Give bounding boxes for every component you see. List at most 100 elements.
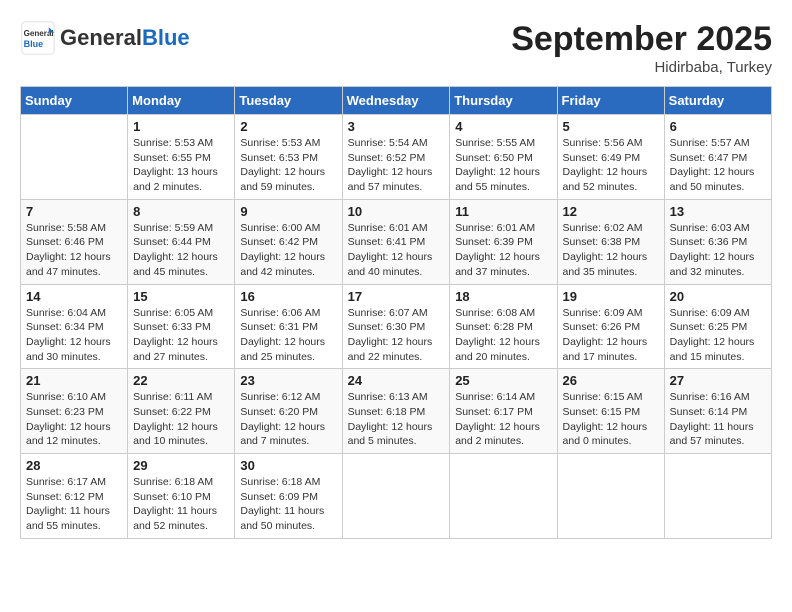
logo: General Blue GeneralBlue	[20, 20, 190, 56]
day-info: Sunrise: 6:09 AM Sunset: 6:26 PM Dayligh…	[563, 306, 659, 365]
calendar-cell: 28 Sunrise: 6:17 AM Sunset: 6:12 PM Dayli…	[21, 454, 128, 539]
calendar-week-row: 21 Sunrise: 6:10 AM Sunset: 6:23 PM Dayli…	[21, 369, 772, 454]
day-number: 29	[133, 458, 229, 473]
calendar-cell: 4Sunrise: 5:55 AM Sunset: 6:50 PM Daylig…	[450, 115, 557, 200]
day-info: Sunrise: 6:01 AM Sunset: 6:41 PM Dayligh…	[348, 221, 445, 280]
calendar-cell	[342, 454, 450, 539]
day-number: 19	[563, 289, 659, 304]
day-number: 16	[240, 289, 336, 304]
calendar-cell: 10 Sunrise: 6:01 AM Sunset: 6:41 PM Dayli…	[342, 199, 450, 284]
day-number: 12	[563, 204, 659, 219]
day-info: Sunrise: 6:18 AM Sunset: 6:10 PM Dayligh…	[133, 475, 229, 534]
calendar-header-friday: Friday	[557, 87, 664, 115]
calendar-cell	[21, 115, 128, 200]
calendar-cell: 6 Sunrise: 5:57 AM Sunset: 6:47 PM Daylig…	[664, 115, 771, 200]
day-number: 14	[26, 289, 122, 304]
day-number: 27	[670, 373, 766, 388]
day-info: Sunrise: 5:53 AM Sunset: 6:55 PM Dayligh…	[133, 136, 229, 195]
calendar-header-thursday: Thursday	[450, 87, 557, 115]
calendar-cell: 21 Sunrise: 6:10 AM Sunset: 6:23 PM Dayli…	[21, 369, 128, 454]
day-number: 6	[670, 119, 766, 134]
day-number: 9	[240, 204, 336, 219]
day-number: 28	[26, 458, 122, 473]
calendar-cell: 1Sunrise: 5:53 AM Sunset: 6:55 PM Daylig…	[128, 115, 235, 200]
calendar: SundayMondayTuesdayWednesdayThursdayFrid…	[20, 86, 772, 539]
calendar-cell	[450, 454, 557, 539]
calendar-cell: 29 Sunrise: 6:18 AM Sunset: 6:10 PM Dayli…	[128, 454, 235, 539]
page-header: General Blue GeneralBlue September 2025 …	[20, 20, 772, 76]
day-number: 17	[348, 289, 445, 304]
day-number: 5	[563, 119, 659, 134]
day-info: Sunrise: 5:59 AM Sunset: 6:44 PM Dayligh…	[133, 221, 229, 280]
calendar-cell: 20Sunrise: 6:09 AM Sunset: 6:25 PM Dayli…	[664, 284, 771, 369]
calendar-cell: 14 Sunrise: 6:04 AM Sunset: 6:34 PM Dayli…	[21, 284, 128, 369]
calendar-week-row: 14 Sunrise: 6:04 AM Sunset: 6:34 PM Dayli…	[21, 284, 772, 369]
day-info: Sunrise: 6:07 AM Sunset: 6:30 PM Dayligh…	[348, 306, 445, 365]
day-info: Sunrise: 6:04 AM Sunset: 6:34 PM Dayligh…	[26, 306, 122, 365]
day-number: 4	[455, 119, 551, 134]
day-number: 3	[348, 119, 445, 134]
day-info: Sunrise: 6:13 AM Sunset: 6:18 PM Dayligh…	[348, 390, 445, 449]
calendar-cell: 13Sunrise: 6:03 AM Sunset: 6:36 PM Dayli…	[664, 199, 771, 284]
day-info: Sunrise: 6:03 AM Sunset: 6:36 PM Dayligh…	[670, 221, 766, 280]
calendar-header-wednesday: Wednesday	[342, 87, 450, 115]
day-number: 8	[133, 204, 229, 219]
day-number: 26	[563, 373, 659, 388]
day-number: 21	[26, 373, 122, 388]
day-info: Sunrise: 6:09 AM Sunset: 6:25 PM Dayligh…	[670, 306, 766, 365]
calendar-cell: 15 Sunrise: 6:05 AM Sunset: 6:33 PM Dayli…	[128, 284, 235, 369]
day-number: 2	[240, 119, 336, 134]
calendar-cell: 22 Sunrise: 6:11 AM Sunset: 6:22 PM Dayli…	[128, 369, 235, 454]
calendar-cell: 26 Sunrise: 6:15 AM Sunset: 6:15 PM Dayli…	[557, 369, 664, 454]
day-info: Sunrise: 6:16 AM Sunset: 6:14 PM Dayligh…	[670, 390, 766, 449]
calendar-cell: 19 Sunrise: 6:09 AM Sunset: 6:26 PM Dayli…	[557, 284, 664, 369]
title-block: September 2025 Hidirbaba, Turkey	[511, 20, 772, 76]
day-info: Sunrise: 5:54 AM Sunset: 6:52 PM Dayligh…	[348, 136, 445, 195]
day-info: Sunrise: 6:02 AM Sunset: 6:38 PM Dayligh…	[563, 221, 659, 280]
day-info: Sunrise: 6:00 AM Sunset: 6:42 PM Dayligh…	[240, 221, 336, 280]
day-info: Sunrise: 5:58 AM Sunset: 6:46 PM Dayligh…	[26, 221, 122, 280]
calendar-week-row: 28 Sunrise: 6:17 AM Sunset: 6:12 PM Dayli…	[21, 454, 772, 539]
day-number: 7	[26, 204, 122, 219]
calendar-cell: 27 Sunrise: 6:16 AM Sunset: 6:14 PM Dayli…	[664, 369, 771, 454]
calendar-cell: 2 Sunrise: 5:53 AM Sunset: 6:53 PM Daylig…	[235, 115, 342, 200]
logo-icon: General Blue	[20, 20, 56, 56]
day-number: 10	[348, 204, 445, 219]
calendar-cell: 12 Sunrise: 6:02 AM Sunset: 6:38 PM Dayli…	[557, 199, 664, 284]
calendar-cell: 3 Sunrise: 5:54 AM Sunset: 6:52 PM Daylig…	[342, 115, 450, 200]
day-number: 23	[240, 373, 336, 388]
calendar-cell: 9 Sunrise: 6:00 AM Sunset: 6:42 PM Daylig…	[235, 199, 342, 284]
day-info: Sunrise: 6:14 AM Sunset: 6:17 PM Dayligh…	[455, 390, 551, 449]
calendar-cell: 7 Sunrise: 5:58 AM Sunset: 6:46 PM Daylig…	[21, 199, 128, 284]
location: Hidirbaba, Turkey	[511, 59, 772, 76]
day-info: Sunrise: 6:06 AM Sunset: 6:31 PM Dayligh…	[240, 306, 336, 365]
day-info: Sunrise: 6:18 AM Sunset: 6:09 PM Dayligh…	[240, 475, 336, 534]
month-title: September 2025	[511, 20, 772, 59]
calendar-cell	[664, 454, 771, 539]
day-info: Sunrise: 6:01 AM Sunset: 6:39 PM Dayligh…	[455, 221, 551, 280]
day-number: 25	[455, 373, 551, 388]
calendar-header-saturday: Saturday	[664, 87, 771, 115]
calendar-cell: 5 Sunrise: 5:56 AM Sunset: 6:49 PM Daylig…	[557, 115, 664, 200]
day-info: Sunrise: 5:53 AM Sunset: 6:53 PM Dayligh…	[240, 136, 336, 195]
calendar-cell: 8 Sunrise: 5:59 AM Sunset: 6:44 PM Daylig…	[128, 199, 235, 284]
svg-text:Blue: Blue	[24, 39, 44, 49]
calendar-cell: 30 Sunrise: 6:18 AM Sunset: 6:09 PM Dayli…	[235, 454, 342, 539]
day-info: Sunrise: 5:57 AM Sunset: 6:47 PM Dayligh…	[670, 136, 766, 195]
day-number: 15	[133, 289, 229, 304]
day-number: 11	[455, 204, 551, 219]
day-number: 22	[133, 373, 229, 388]
calendar-cell: 23Sunrise: 6:12 AM Sunset: 6:20 PM Dayli…	[235, 369, 342, 454]
day-info: Sunrise: 6:11 AM Sunset: 6:22 PM Dayligh…	[133, 390, 229, 449]
calendar-header-tuesday: Tuesday	[235, 87, 342, 115]
day-info: Sunrise: 6:08 AM Sunset: 6:28 PM Dayligh…	[455, 306, 551, 365]
day-info: Sunrise: 6:10 AM Sunset: 6:23 PM Dayligh…	[26, 390, 122, 449]
calendar-week-row: 7 Sunrise: 5:58 AM Sunset: 6:46 PM Daylig…	[21, 199, 772, 284]
calendar-header-sunday: Sunday	[21, 87, 128, 115]
day-info: Sunrise: 6:15 AM Sunset: 6:15 PM Dayligh…	[563, 390, 659, 449]
day-number: 24	[348, 373, 445, 388]
day-info: Sunrise: 5:56 AM Sunset: 6:49 PM Dayligh…	[563, 136, 659, 195]
day-info: Sunrise: 6:17 AM Sunset: 6:12 PM Dayligh…	[26, 475, 122, 534]
day-info: Sunrise: 6:05 AM Sunset: 6:33 PM Dayligh…	[133, 306, 229, 365]
day-number: 30	[240, 458, 336, 473]
